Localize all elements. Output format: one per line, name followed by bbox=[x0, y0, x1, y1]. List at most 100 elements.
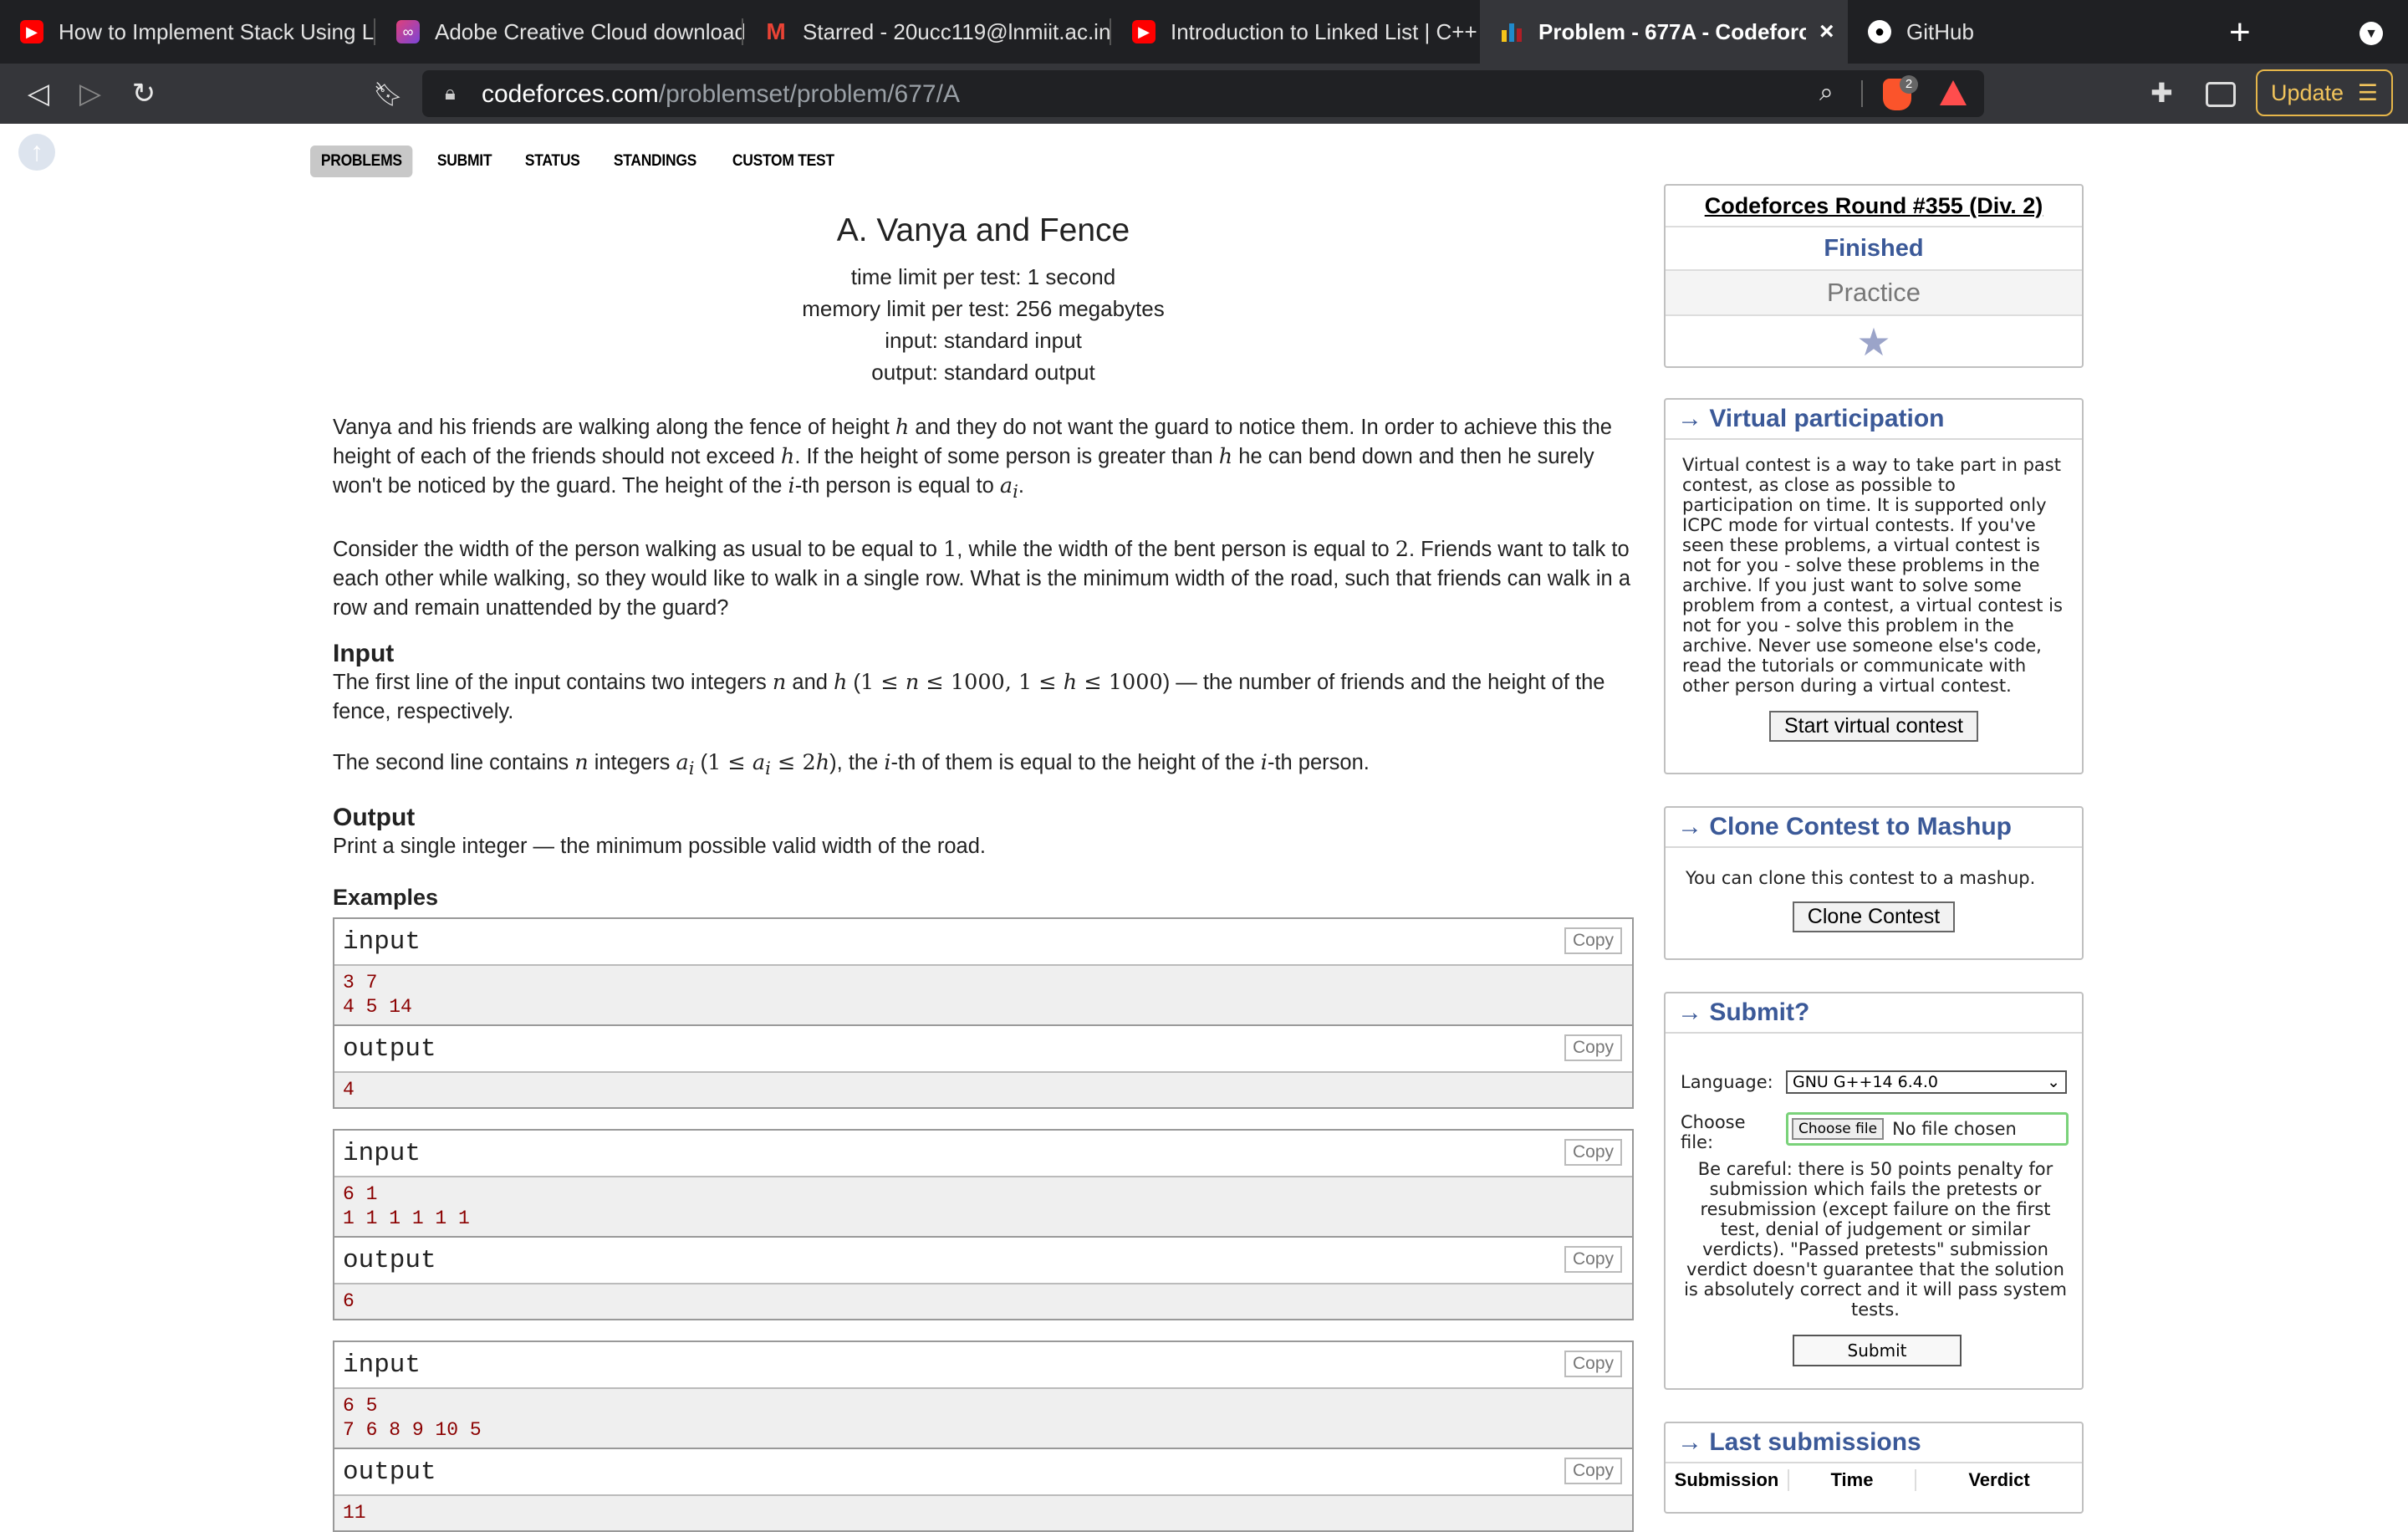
submit-button[interactable]: Submit bbox=[1793, 1335, 1962, 1366]
tab-label: Introduction to Linked List | C++ bbox=[1171, 18, 1477, 44]
tab-codeforces-active[interactable]: Problem - 677A - Codeforces × bbox=[1480, 0, 1848, 64]
example-input: 6 1 1 1 1 1 1 1 bbox=[334, 1177, 1632, 1238]
output-label: output bbox=[343, 1457, 436, 1487]
codeforces-icon bbox=[1500, 20, 1523, 43]
example-input-header: input Copy bbox=[334, 919, 1632, 967]
menu-submit[interactable]: SUBMIT bbox=[426, 146, 503, 177]
brave-rewards-icon[interactable] bbox=[1940, 80, 1967, 105]
back-icon[interactable]: ◁ bbox=[18, 74, 59, 114]
clone-contest-button[interactable]: Clone Contest bbox=[1792, 901, 1956, 932]
menu-standings[interactable]: STANDINGS bbox=[603, 146, 707, 177]
update-button[interactable]: Update ☰ bbox=[2256, 69, 2393, 116]
forward-icon[interactable]: ▷ bbox=[70, 74, 110, 114]
menu-custom-test[interactable]: CUSTOM TEST bbox=[722, 146, 845, 177]
example-input: 6 5 7 6 8 9 10 5 bbox=[334, 1389, 1632, 1450]
start-virtual-contest-button[interactable]: Start virtual contest bbox=[1769, 711, 1978, 742]
practice-label[interactable]: Practice bbox=[1666, 271, 2082, 316]
problem-statement: A. Vanya and Fence time limit per test: … bbox=[333, 201, 1634, 1532]
copy-button[interactable]: Copy bbox=[1564, 1034, 1622, 1062]
new-tab-plus-icon[interactable]: + bbox=[2229, 12, 2251, 54]
bookmark-icon[interactable]: 🔖︎ bbox=[368, 74, 408, 114]
reload-icon[interactable]: ↻ bbox=[124, 74, 164, 114]
tab-label: Starred - 20ucc119@lnmiit.ac.in bbox=[803, 18, 1111, 44]
tab-stack-video[interactable]: ▶ How to Implement Stack Using L bbox=[0, 0, 376, 64]
language-select[interactable]: GNU G++14 6.4.0 ⌄ bbox=[1786, 1070, 2067, 1094]
url-path: /problemset/problem/677/A bbox=[658, 80, 960, 108]
shield-count-badge: 2 bbox=[1900, 75, 1918, 94]
example-input-header: input Copy bbox=[334, 1131, 1632, 1178]
tab-github[interactable]: ● GitHub bbox=[1848, 0, 2182, 64]
submit-form: Language: GNU G++14 6.4.0 ⌄ Choose file: … bbox=[1666, 1034, 2082, 1385]
contest-status: Finished bbox=[1666, 227, 2082, 271]
virtual-participation-box: → Virtual participation Virtual contest … bbox=[1664, 398, 2084, 774]
scroll-top-icon[interactable]: ↑ bbox=[18, 134, 55, 171]
tab-strip: ▶ How to Implement Stack Using L ∞ Adobe… bbox=[0, 0, 2408, 64]
zoom-icon[interactable]: ⌕ bbox=[1819, 79, 1834, 107]
copy-button[interactable]: Copy bbox=[1564, 1246, 1622, 1274]
choose-file-button[interactable]: Choose file bbox=[1792, 1118, 1885, 1140]
gmail-icon: M bbox=[766, 18, 786, 44]
last-submissions-title[interactable]: → Last submissions bbox=[1666, 1423, 2082, 1463]
favourite-star-icon[interactable]: ★ bbox=[1666, 316, 2082, 368]
input-label: input bbox=[343, 1350, 421, 1380]
clone-contest-text: You can clone this contest to a mashup. bbox=[1686, 868, 2036, 888]
github-icon: ● bbox=[1868, 20, 1891, 43]
example-input: 3 7 4 5 14 bbox=[334, 966, 1632, 1027]
copy-button[interactable]: Copy bbox=[1564, 1351, 1622, 1378]
example-output: 4 bbox=[334, 1073, 1632, 1108]
submit-title[interactable]: → Submit? bbox=[1666, 993, 2082, 1034]
youtube-icon: ▶ bbox=[20, 20, 43, 43]
extensions-icon[interactable]: ✚ bbox=[2150, 77, 2173, 109]
copy-button[interactable]: Copy bbox=[1564, 1139, 1622, 1167]
contest-box: Codeforces Round #355 (Div. 2) Finished … bbox=[1664, 184, 2084, 368]
virtual-participation-title[interactable]: → Virtual participation bbox=[1666, 400, 2082, 440]
input-label: input bbox=[343, 927, 421, 957]
tab-label: Adobe Creative Cloud download bbox=[435, 18, 744, 44]
tab-gmail[interactable]: M Starred - 20ucc119@lnmiit.ac.in bbox=[744, 0, 1112, 64]
legend-paragraph-1: Vanya and his friends are walking along … bbox=[333, 415, 1612, 503]
output-file: output: standard output bbox=[871, 360, 1095, 385]
close-tab-icon[interactable]: × bbox=[1819, 18, 1834, 46]
input-file: input: standard input bbox=[885, 328, 1082, 353]
problem-title: A. Vanya and Fence bbox=[836, 212, 1130, 248]
url-text[interactable]: codeforces.com/problemset/problem/677/A bbox=[482, 80, 960, 109]
example-input-header: input Copy bbox=[334, 1342, 1632, 1390]
virtual-participation-text: Virtual contest is a way to take part in… bbox=[1682, 455, 2063, 696]
tab-adobe[interactable]: ∞ Adobe Creative Cloud download bbox=[376, 0, 744, 64]
adobe-cc-icon: ∞ bbox=[396, 20, 420, 43]
copy-button[interactable]: Copy bbox=[1564, 927, 1622, 955]
menu-problems[interactable]: PROBLEMS bbox=[310, 146, 413, 177]
example-1: input Copy 3 7 4 5 14 output Copy 4 bbox=[333, 917, 1634, 1110]
example-output-header: output Copy bbox=[334, 1026, 1632, 1074]
menu-hamburger-icon: ☰ bbox=[2357, 79, 2378, 105]
clone-contest-title[interactable]: → Clone Contest to Mashup bbox=[1666, 808, 2082, 848]
wallet-icon[interactable] bbox=[2206, 82, 2236, 107]
language-label: Language: bbox=[1681, 1072, 1773, 1092]
example-output: 6 bbox=[334, 1284, 1632, 1320]
copy-button[interactable]: Copy bbox=[1564, 1458, 1622, 1485]
chevron-down-icon: ⌄ bbox=[2047, 1073, 2060, 1091]
input-paragraph-1: The first line of the input contains two… bbox=[333, 670, 1605, 724]
url-host: codeforces.com bbox=[482, 80, 659, 108]
output-paragraph: Print a single integer — the minimum pos… bbox=[333, 835, 986, 859]
time-limit: time limit per test: 1 second bbox=[850, 264, 1116, 289]
submit-box: → Submit? Language: GNU G++14 6.4.0 ⌄ Cho… bbox=[1664, 992, 2084, 1390]
example-output-header: output Copy bbox=[334, 1238, 1632, 1285]
column-time: Time bbox=[1789, 1469, 1916, 1491]
tab-search-chevron-icon[interactable]: ▼ bbox=[2360, 22, 2383, 45]
penalty-warning: Be careful: there is 50 points penalty f… bbox=[1684, 1159, 2067, 1320]
contest-name-link[interactable]: Codeforces Round #355 (Div. 2) bbox=[1666, 186, 2082, 227]
output-label: output bbox=[343, 1034, 436, 1064]
column-verdict: Verdict bbox=[1968, 1469, 2030, 1490]
column-submission: Submission bbox=[1666, 1469, 1789, 1491]
input-heading: Input bbox=[333, 640, 395, 668]
example-output-header: output Copy bbox=[334, 1449, 1632, 1497]
language-value: GNU G++14 6.4.0 bbox=[1793, 1073, 1939, 1091]
file-input[interactable]: Choose file No file chosen bbox=[1786, 1112, 2069, 1146]
tab-linked-list-video[interactable]: ▶ Introduction to Linked List | C++ bbox=[1112, 0, 1480, 64]
update-label: Update bbox=[2271, 79, 2344, 105]
input-paragraph-2: The second line contains n integers ai (… bbox=[333, 750, 1370, 780]
lock-icon: 🔒︎ bbox=[445, 82, 456, 105]
last-submissions-header: Submission Time Verdict bbox=[1666, 1463, 2082, 1497]
menu-status[interactable]: STATUS bbox=[514, 146, 590, 177]
